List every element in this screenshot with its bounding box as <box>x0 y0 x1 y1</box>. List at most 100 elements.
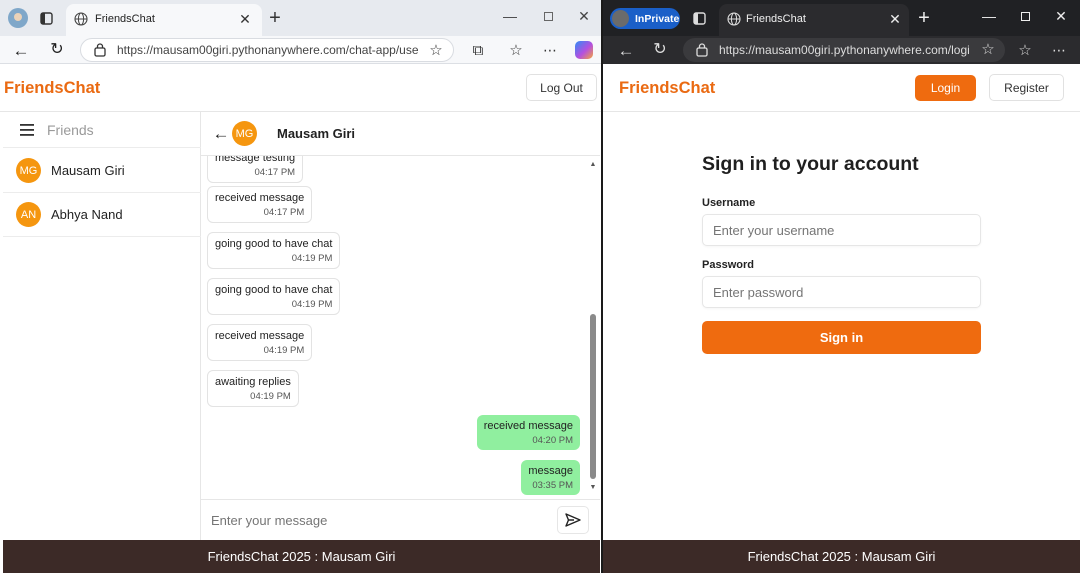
tab-bar: FriendsChat ✕ + — ✕ <box>0 0 601 36</box>
footer-text: FriendsChat 2025 : Mausam Giri <box>207 549 396 564</box>
lock-icon[interactable] <box>695 43 709 57</box>
chat-header: ← MG Mausam Giri <box>201 112 600 156</box>
message-time: 04:17 PM <box>254 167 296 178</box>
message-text: awaiting replies <box>215 376 291 388</box>
scrollbar-thumb[interactable] <box>590 314 596 479</box>
tab-friendschat[interactable]: FriendsChat ✕ <box>66 4 262 36</box>
message-text: message <box>528 465 573 477</box>
password-label: Password <box>702 259 754 271</box>
username-field[interactable] <box>702 214 981 246</box>
chat-title: Mausam Giri <box>277 126 356 141</box>
message-text: received message <box>215 330 305 342</box>
more-icon[interactable]: ⋯ <box>1051 42 1067 58</box>
close-icon[interactable]: ✕ <box>888 12 902 26</box>
message-time: 04:19 PM <box>291 299 333 310</box>
window-close-icon[interactable]: ✕ <box>1053 8 1069 24</box>
url-text: https://mausam00giri.pythonanywhere.com/… <box>719 43 969 57</box>
page-title: Sign in to your account <box>702 153 919 175</box>
favorites-icon[interactable]: ☆ <box>508 42 524 58</box>
brand-logo[interactable]: FriendsChat <box>4 79 100 98</box>
message-time: 03:35 PM <box>532 480 573 491</box>
new-tab-icon[interactable]: + <box>266 8 284 28</box>
refresh-icon[interactable]: ↻ <box>651 41 669 59</box>
close-icon[interactable]: ✕ <box>238 12 252 26</box>
tab-title: FriendsChat <box>746 13 806 25</box>
profile-icon[interactable] <box>8 8 28 28</box>
password-field[interactable] <box>702 276 981 308</box>
message-list: message testing 04:17 PM received message… <box>201 156 600 499</box>
back-icon[interactable]: ← <box>12 41 30 59</box>
back-icon[interactable]: ← <box>617 41 635 59</box>
footer-text: FriendsChat 2025 : Mausam Giri <box>747 549 936 564</box>
message-time: 04:19 PM <box>250 391 291 402</box>
footer: FriendsChat 2025 : Mausam Giri <box>3 540 600 573</box>
message-bubble: going good to have chat 04:19 PM <box>207 232 341 269</box>
logout-button[interactable]: Log Out <box>526 74 597 101</box>
message-time: 04:17 PM <box>263 207 305 218</box>
message-bubble: received message 04:17 PM <box>207 186 313 223</box>
inprivate-icon <box>612 10 629 27</box>
friends-sidebar: Friends MG Mausam Giri AN Abhya Nand <box>3 112 201 540</box>
avatar: AN <box>16 202 41 227</box>
left-browser-window: FriendsChat ✕ + — ✕ ← ↻ https://mausam00… <box>0 0 601 573</box>
message-time: 04:20 PM <box>532 435 573 446</box>
send-icon[interactable] <box>557 506 589 534</box>
friend-item[interactable]: MG Mausam Giri <box>3 149 201 193</box>
star-icon[interactable]: ☆ <box>981 42 995 57</box>
info-icon[interactable] <box>93 43 107 57</box>
brand-logo[interactable]: FriendsChat <box>619 79 715 98</box>
menu-icon[interactable] <box>19 122 35 138</box>
favorites-icon[interactable]: ☆ <box>1017 42 1033 58</box>
friends-search-input[interactable]: Friends <box>47 122 94 138</box>
tab-actions-icon[interactable] <box>691 10 707 26</box>
scrollbar[interactable]: ▲ ▼ <box>588 156 598 499</box>
refresh-icon[interactable]: ↻ <box>48 41 66 59</box>
message-composer <box>201 499 600 540</box>
window-close-icon[interactable]: ✕ <box>576 8 592 24</box>
address-bar-row: ← ↻ https://mausam00giri.pythonanywhere.… <box>603 36 1080 64</box>
message-time: 04:19 PM <box>263 345 305 356</box>
message-time: 04:19 PM <box>291 253 333 264</box>
star-icon[interactable]: ☆ <box>429 43 443 58</box>
right-browser-window: InPrivate FriendsChat ✕ + — ✕ ← ↻ https:… <box>603 0 1080 573</box>
maximize-icon[interactable] <box>1017 8 1033 24</box>
friends-search-row: Friends <box>3 112 201 148</box>
scroll-down-icon[interactable]: ▼ <box>589 483 597 491</box>
new-tab-icon[interactable]: + <box>915 8 933 28</box>
message-bubble-sent: message 03:35 PM <box>521 460 580 495</box>
message-text: going good to have chat <box>215 284 333 296</box>
login-button[interactable]: Login <box>915 75 976 101</box>
minimize-icon[interactable]: — <box>981 8 997 24</box>
friend-name: Abhya Nand <box>51 207 123 222</box>
copilot-icon[interactable] <box>575 41 593 59</box>
app-header: FriendsChat Login Register <box>603 64 1080 112</box>
message-bubble: received message 04:19 PM <box>207 324 313 361</box>
scroll-up-icon[interactable]: ▲ <box>589 160 597 168</box>
username-label: Username <box>702 197 756 209</box>
message-text: going good to have chat <box>215 238 333 250</box>
register-button[interactable]: Register <box>989 74 1064 101</box>
globe-icon <box>727 12 741 26</box>
globe-icon <box>74 12 88 26</box>
avatar: MG <box>16 158 41 183</box>
inprivate-label: InPrivate <box>635 12 680 25</box>
friend-name: Mausam Giri <box>51 163 125 178</box>
inprivate-badge[interactable]: InPrivate <box>610 8 680 29</box>
message-bubble-sent: received message 04:20 PM <box>476 415 580 450</box>
message-bubble: message testing 04:17 PM <box>207 156 304 183</box>
app-header: FriendsChat Log Out <box>0 64 601 112</box>
tab-bar-inprivate: InPrivate FriendsChat ✕ + — ✕ <box>603 0 1080 36</box>
url-box[interactable]: https://mausam00giri.pythonanywhere.com/… <box>683 38 1005 62</box>
message-input[interactable] <box>201 504 541 536</box>
friend-item[interactable]: AN Abhya Nand <box>3 193 201 237</box>
message-text: received message <box>483 420 573 432</box>
url-box[interactable]: https://mausam00giri.pythonanywhere.com/… <box>80 38 454 62</box>
tab-friendschat[interactable]: FriendsChat ✕ <box>719 4 909 36</box>
extensions-icon[interactable]: ⧉ <box>470 42 486 58</box>
maximize-icon[interactable] <box>540 8 556 24</box>
minimize-icon[interactable]: — <box>502 8 518 24</box>
sign-in-button[interactable]: Sign in <box>702 321 981 354</box>
tab-actions-icon[interactable] <box>38 10 54 26</box>
more-icon[interactable]: ⋯ <box>542 42 558 58</box>
back-arrow-icon[interactable]: ← <box>212 124 230 142</box>
